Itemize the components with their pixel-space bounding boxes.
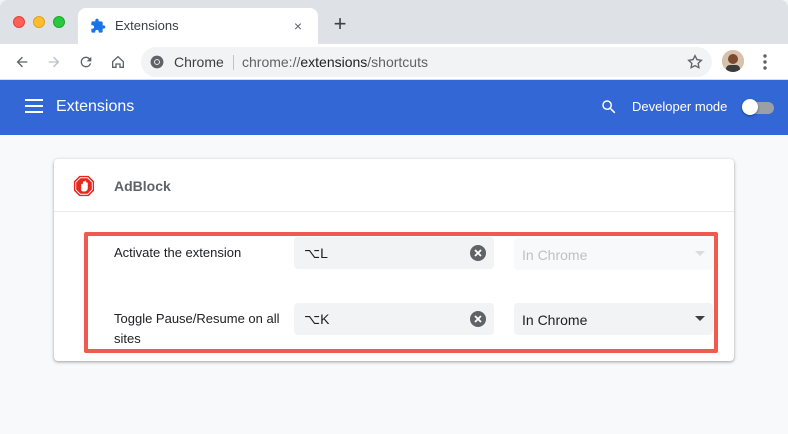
- forward-arrow-icon: [48, 56, 60, 68]
- browser-window: Extensions × + Chrome chrome://extension…: [0, 0, 788, 434]
- maximize-window-button[interactable]: [53, 16, 65, 28]
- back-button[interactable]: [10, 50, 34, 74]
- back-arrow-icon: [16, 56, 28, 68]
- tab-extensions[interactable]: Extensions ×: [78, 8, 318, 44]
- minimize-window-button[interactable]: [33, 16, 45, 28]
- tab-title: Extensions: [115, 18, 179, 33]
- url-text: chrome://extensions/shortcuts: [242, 54, 428, 70]
- new-tab-button[interactable]: +: [330, 13, 350, 35]
- toolbar: Chrome chrome://extensions/shortcuts: [0, 44, 788, 80]
- profile-photo-icon: [722, 50, 744, 72]
- adblock-icon: [73, 175, 95, 197]
- more-menu-icon[interactable]: [758, 52, 772, 72]
- omnibox-separator: [233, 55, 234, 70]
- profile-avatar[interactable]: [722, 50, 744, 72]
- developer-mode-toggle[interactable]: [742, 99, 774, 115]
- close-window-button[interactable]: [13, 16, 25, 28]
- search-icon[interactable]: [600, 98, 618, 116]
- bookmark-star-icon[interactable]: [686, 53, 704, 71]
- extension-card-header: AdBlock: [54, 159, 734, 212]
- extension-name: AdBlock: [114, 178, 171, 194]
- reload-icon: [80, 56, 92, 68]
- url-scheme: chrome://: [242, 54, 301, 70]
- url-host: extensions: [300, 54, 368, 70]
- url-path: /shortcuts: [367, 54, 428, 70]
- puzzle-icon: [91, 18, 106, 33]
- chrome-icon: [150, 55, 164, 69]
- address-bar[interactable]: Chrome chrome://extensions/shortcuts: [141, 47, 712, 77]
- tab-strip: Extensions × +: [0, 0, 788, 44]
- toggle-knob: [742, 99, 758, 115]
- extensions-header: Extensions Developer mode: [0, 80, 788, 135]
- tab-close-icon[interactable]: ×: [290, 18, 306, 34]
- page-title: Extensions: [56, 98, 135, 115]
- home-button[interactable]: [106, 50, 130, 74]
- omnibox-label: Chrome: [174, 54, 224, 70]
- hamburger-menu-icon[interactable]: [25, 99, 43, 113]
- home-icon: [112, 55, 124, 68]
- developer-mode-label: Developer mode: [632, 99, 728, 114]
- forward-button[interactable]: [42, 50, 66, 74]
- reload-button[interactable]: [74, 50, 98, 74]
- highlight-box: [84, 232, 718, 353]
